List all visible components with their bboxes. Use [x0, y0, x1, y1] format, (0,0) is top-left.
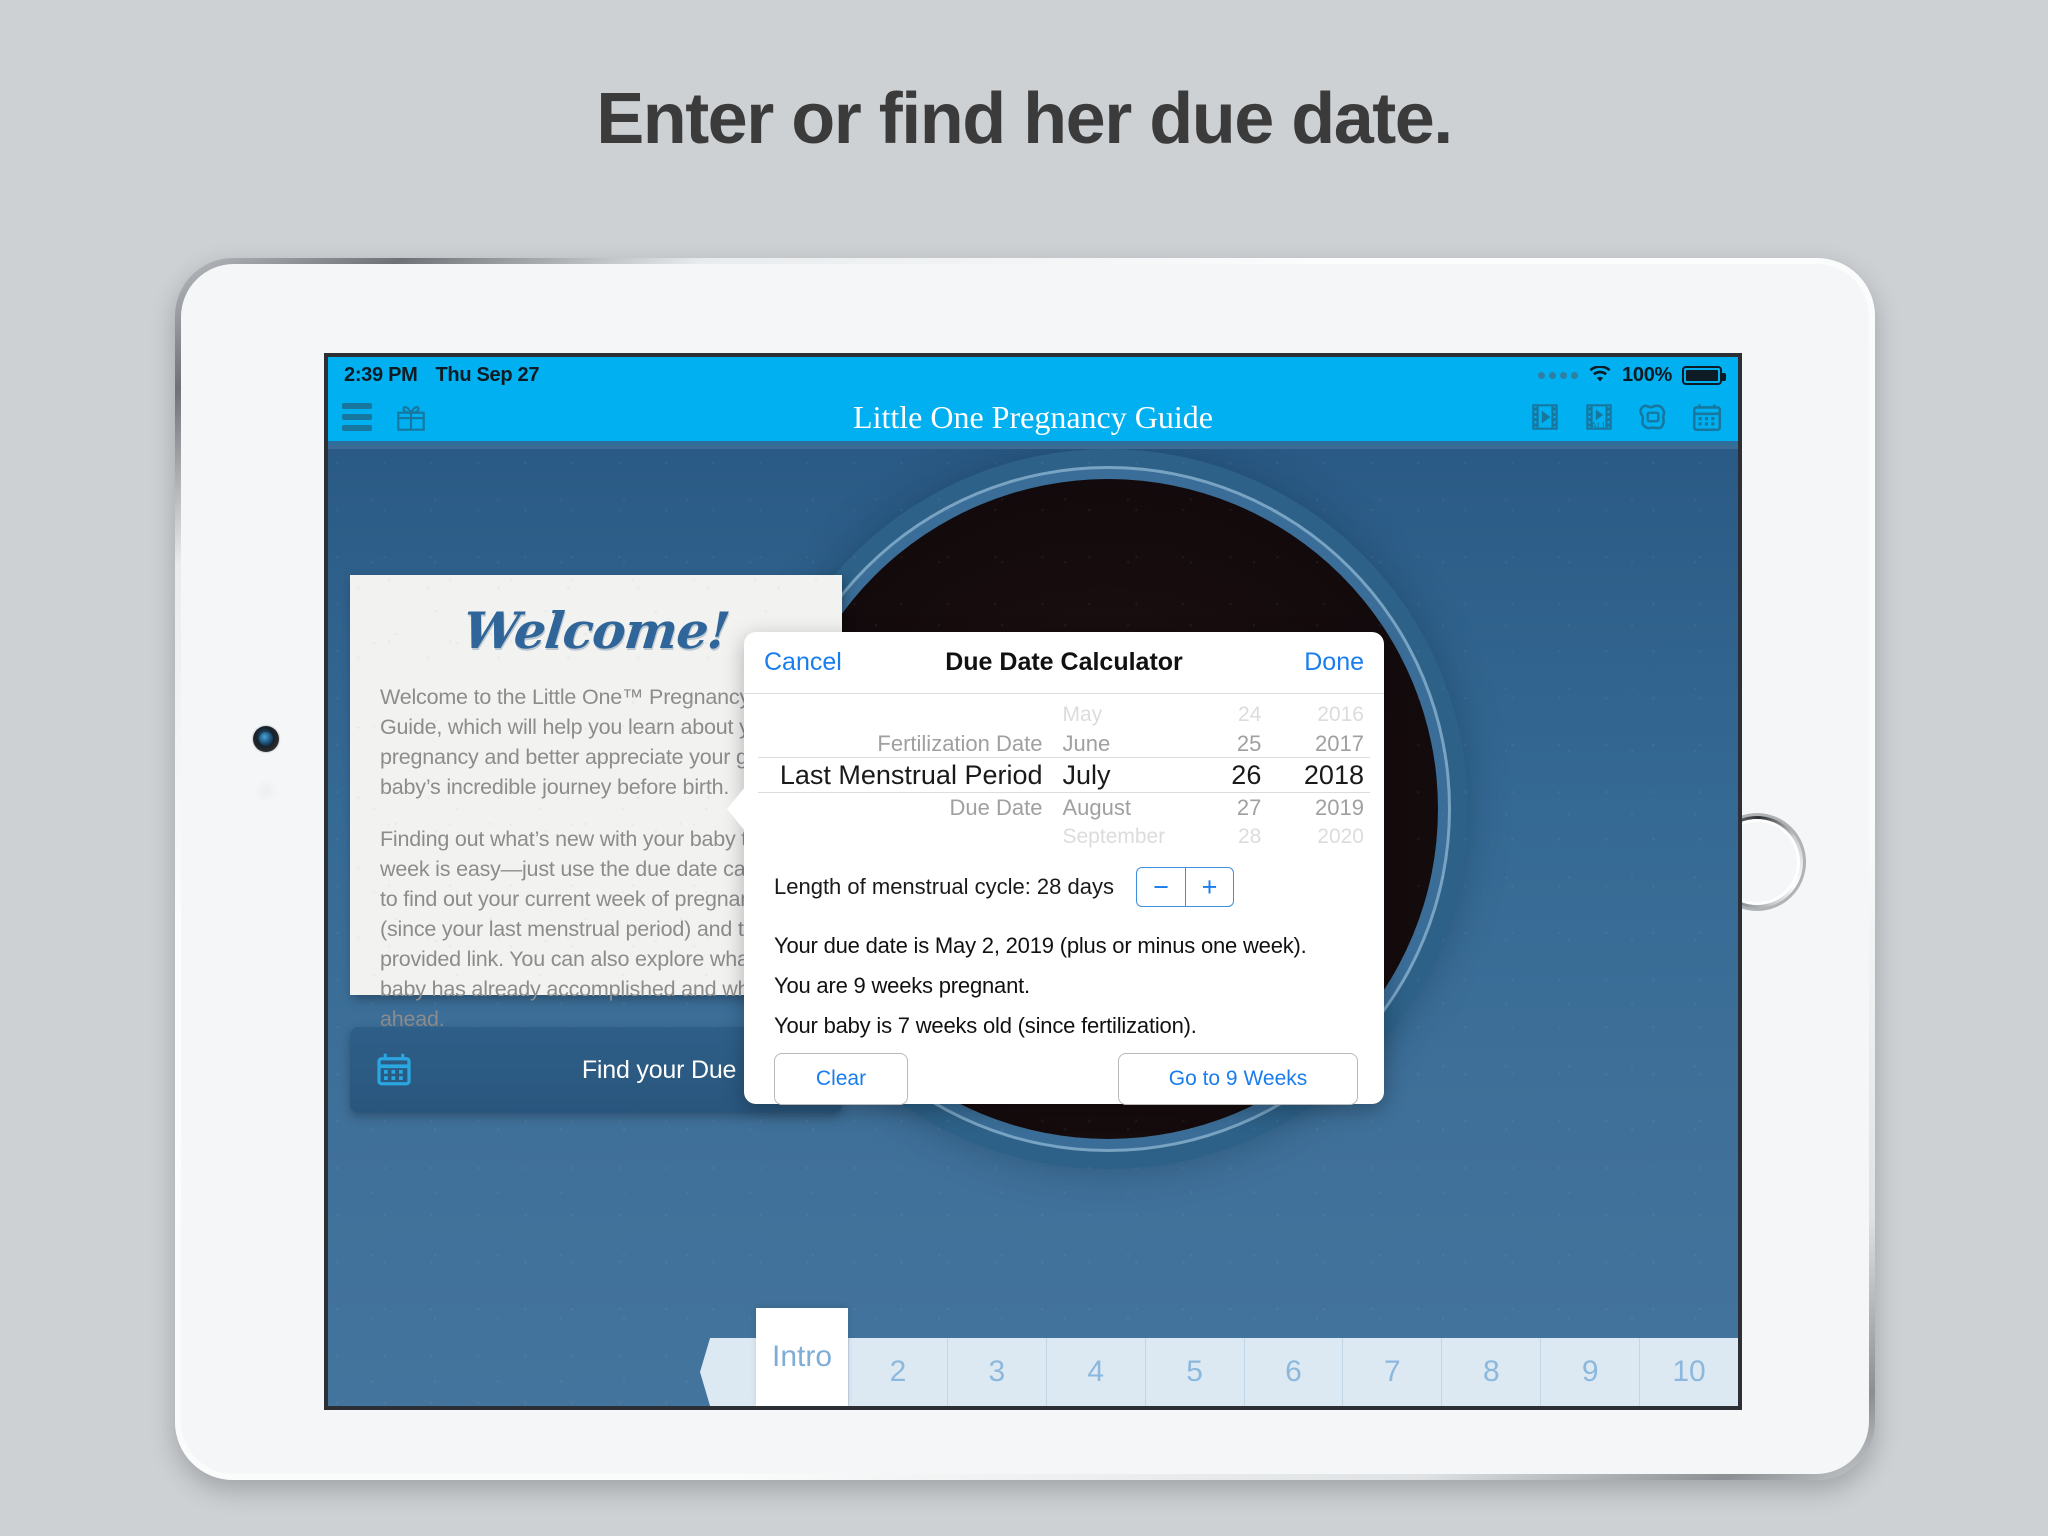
picker-item[interactable] [758, 700, 1049, 729]
tab-week-5[interactable]: 5 [1144, 1338, 1244, 1406]
status-date: Thu Sep 27 [435, 363, 540, 386]
picker-column-month[interactable]: May June July August September [1049, 700, 1185, 848]
battery-percent: 100% [1622, 363, 1672, 386]
calculation-results: Your due date is May 2, 2019 (plus or mi… [774, 933, 1384, 1039]
week-tab-bar: Intro 2 3 4 5 6 7 8 9 10 [328, 1308, 1738, 1406]
hamburger-menu-icon[interactable] [342, 403, 372, 431]
tab-week-8[interactable]: 8 [1441, 1338, 1541, 1406]
film-all-label: ALL [1591, 421, 1608, 432]
picker-item-selected[interactable]: 26 [1184, 758, 1267, 793]
result-baby-age: Your baby is 7 weeks old (since fertiliz… [774, 1013, 1197, 1038]
picker-item[interactable]: Fertilization Date [758, 729, 1049, 758]
gift-icon[interactable] [394, 400, 428, 434]
picker-item[interactable]: 2019 [1267, 793, 1370, 822]
picker-item[interactable]: 2017 [1267, 729, 1370, 758]
cycle-decrement-button[interactable]: − [1137, 868, 1185, 906]
ipad-bezel: 2:39 PM Thu Sep 27 100% Little One Pregn… [181, 264, 1869, 1474]
tab-week-4[interactable]: 4 [1045, 1338, 1145, 1406]
picker-column-mode[interactable]: Fertilization Date Last Menstrual Period… [758, 700, 1049, 845]
cycle-length-stepper[interactable]: − + [1135, 867, 1234, 907]
result-due-date: Your due date is May 2, 2019 (plus or mi… [774, 933, 1307, 958]
picker-column-day[interactable]: 24 25 26 27 28 [1184, 700, 1267, 848]
cycle-length-row: Length of menstrual cycle: 28 days − + [774, 867, 1384, 907]
tab-week-2[interactable]: 2 [848, 1338, 947, 1406]
picker-item[interactable]: 2020 [1267, 822, 1370, 851]
picker-item[interactable] [758, 822, 1049, 851]
date-picker[interactable]: Fertilization Date Last Menstrual Period… [744, 700, 1384, 848]
cycle-increment-button[interactable]: + [1184, 868, 1233, 906]
status-time: 2:39 PM [344, 363, 418, 386]
front-camera-icon [253, 726, 279, 752]
tab-week-7[interactable]: 7 [1342, 1338, 1442, 1406]
calendar-icon [377, 1053, 411, 1086]
film-play-icon[interactable] [1528, 400, 1562, 434]
signal-dots-icon [1538, 371, 1579, 379]
cycle-length-label: Length of menstrual cycle: 28 days [774, 874, 1114, 899]
picker-item-selected[interactable]: Last Menstrual Period [758, 758, 1049, 793]
go-to-week-button[interactable]: Go to 9 Weeks [1118, 1053, 1358, 1105]
popover-footer: Clear Go to 9 Weeks [774, 1053, 1358, 1105]
picker-item[interactable]: 24 [1184, 700, 1267, 729]
picker-item[interactable]: 27 [1184, 793, 1267, 822]
picker-item-selected[interactable]: 2018 [1267, 758, 1370, 793]
screenshot-root: Enter or find her due date. 2:39 PM Thu … [0, 0, 2048, 1536]
picker-item[interactable]: August [1049, 793, 1185, 822]
ipad-device: 2:39 PM Thu Sep 27 100% Little One Pregn… [175, 258, 1875, 1480]
film-play-all-icon[interactable]: ALL [1582, 400, 1616, 434]
picker-item[interactable]: May [1049, 700, 1185, 729]
page-headline: Enter or find her due date. [596, 79, 1453, 159]
result-weeks-pregnant: You are 9 weeks pregnant. [774, 973, 1030, 998]
due-date-calculator-popover: Cancel Due Date Calculator Done Fertiliz… [727, 632, 1384, 1105]
ipad-screen: 2:39 PM Thu Sep 27 100% Little One Pregn… [324, 353, 1742, 1410]
tab-back-arrow[interactable] [700, 1338, 756, 1406]
ambient-sensor-icon [255, 780, 277, 802]
app-title: Little One Pregnancy Guide [853, 398, 1213, 435]
status-bar: 2:39 PM Thu Sep 27 100% [328, 357, 1738, 393]
tab-week-10[interactable]: 10 [1639, 1338, 1738, 1406]
done-button[interactable]: Done [1304, 648, 1364, 677]
cancel-button[interactable]: Cancel [764, 648, 842, 677]
frame-icon[interactable] [1636, 400, 1670, 434]
calendar-icon[interactable] [1690, 400, 1724, 434]
tab-week-6[interactable]: 6 [1243, 1338, 1343, 1406]
app-content: Welcome! Welcome to the Little One™ Preg… [328, 449, 1738, 1406]
picker-column-year[interactable]: 2016 2017 2018 2019 2020 [1267, 700, 1370, 848]
picker-item[interactable]: June [1049, 729, 1185, 758]
battery-full-icon [1682, 365, 1726, 385]
popover-header: Cancel Due Date Calculator Done [744, 632, 1384, 694]
tab-week-3[interactable]: 3 [946, 1338, 1046, 1406]
picker-item[interactable]: 25 [1184, 729, 1267, 758]
picker-item[interactable]: September [1049, 822, 1185, 851]
picker-item[interactable]: Due Date [758, 793, 1049, 822]
tab-week-9[interactable]: 9 [1540, 1338, 1640, 1406]
picker-item[interactable]: 2016 [1267, 700, 1370, 729]
picker-item[interactable]: 28 [1184, 822, 1267, 851]
clear-button[interactable]: Clear [774, 1053, 908, 1105]
app-nav-bar: Little One Pregnancy Guide ALL [328, 393, 1738, 445]
tab-intro[interactable]: Intro [756, 1308, 848, 1406]
wifi-icon [1589, 366, 1611, 382]
picker-item-selected[interactable]: July [1049, 758, 1185, 793]
